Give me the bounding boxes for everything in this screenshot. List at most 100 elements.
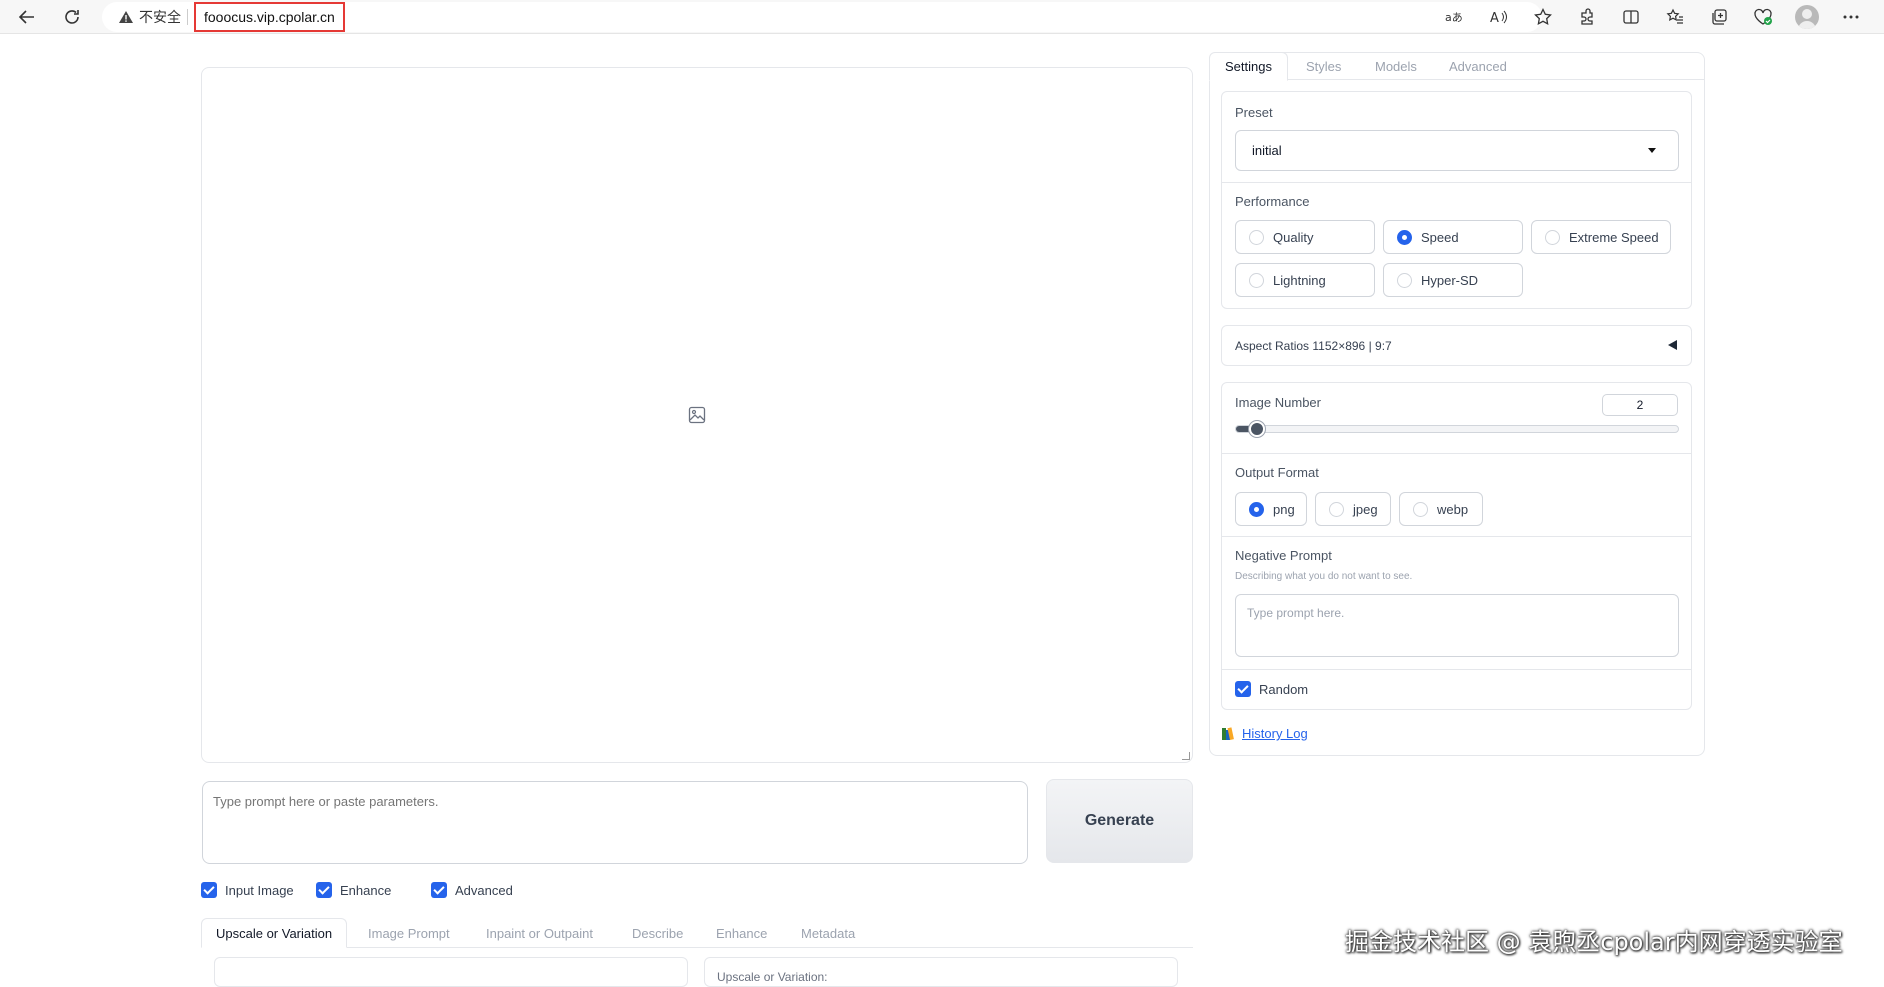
negative-prompt-info: Describing what you do not want to see. (1235, 571, 1413, 582)
back-arrow-icon (18, 10, 34, 24)
back-button[interactable] (14, 4, 40, 30)
upscale-options-label: Upscale or Variation: (717, 970, 828, 984)
extensions-icon[interactable] (1574, 4, 1600, 30)
read-aloud-icon[interactable]: A (1486, 4, 1512, 30)
output-format-option-label: webp (1437, 501, 1469, 517)
performance-option-label: Extreme Speed (1569, 229, 1659, 245)
image-placeholder-icon (688, 406, 706, 429)
divider (1222, 453, 1691, 454)
performance-option-label: Lightning (1273, 272, 1326, 288)
radio-unselected-icon (1249, 272, 1264, 288)
performance-option-quality[interactable]: Quality (1235, 220, 1375, 254)
tab-inpaint-or-outpaint[interactable]: Inpaint or Outpaint (486, 918, 593, 948)
performance-option-extreme-speed[interactable]: Extreme Speed (1531, 220, 1671, 254)
output-format-label: Output Format (1235, 465, 1319, 480)
image-number-input[interactable]: 2 (1602, 394, 1678, 416)
resize-handle[interactable] (1182, 752, 1190, 760)
warning-icon (119, 11, 133, 23)
tab-settings[interactable]: Settings (1209, 52, 1288, 81)
tab-styles[interactable]: Styles (1306, 52, 1341, 81)
generate-button[interactable]: Generate (1046, 779, 1193, 863)
svg-text:A: A (1490, 11, 1499, 25)
performance-option-lightning[interactable]: Lightning (1235, 263, 1375, 297)
address-divider (187, 9, 188, 25)
preset-value: initial (1252, 143, 1282, 158)
radio-selected-icon (1249, 501, 1264, 517)
history-log-link[interactable]: History Log (1242, 726, 1308, 741)
performance-option-label: Speed (1421, 229, 1459, 245)
random-label: Random (1259, 681, 1309, 697)
output-format-png[interactable]: png (1235, 492, 1307, 526)
output-format-webp[interactable]: webp (1399, 492, 1483, 526)
divider (1222, 182, 1691, 183)
enhance-checkbox[interactable]: Enhance (316, 882, 391, 898)
performance-option-label: Hyper-SD (1421, 272, 1479, 288)
radio-selected-icon (1397, 229, 1412, 245)
tab-describe[interactable]: Describe (632, 918, 683, 948)
preset-label: Preset (1235, 105, 1273, 120)
security-label: 不安全 (139, 10, 181, 26)
favorites-list-icon[interactable] (1662, 4, 1688, 30)
upscale-image-drop[interactable] (214, 957, 688, 987)
output-format-option-label: png (1273, 501, 1295, 517)
chevron-down-icon (1648, 148, 1656, 153)
performance-option-label: Quality (1273, 229, 1314, 245)
negative-prompt-label: Negative Prompt (1235, 548, 1332, 563)
aspect-ratios-ratio: 9:7 (1375, 339, 1392, 353)
divider (1222, 669, 1691, 670)
tab-advanced[interactable]: Advanced (1449, 52, 1507, 81)
url-text[interactable]: fooocus.vip.cpolar.cn (194, 2, 345, 32)
performance-label: Performance (1235, 194, 1310, 209)
negative-prompt-input[interactable]: Type prompt here. (1235, 594, 1679, 657)
slider-thumb[interactable] (1249, 421, 1266, 437)
radio-unselected-icon (1545, 229, 1560, 245)
refresh-button[interactable] (59, 4, 85, 30)
address-bar[interactable]: 不安全 fooocus.vip.cpolar.cn (102, 2, 1542, 32)
tab-image-prompt[interactable]: Image Prompt (368, 918, 450, 948)
svg-text:aあ: aあ (1445, 11, 1463, 24)
enhance-label: Enhance (340, 882, 392, 898)
settings-tabs: Settings Styles Models Advanced (1209, 52, 1705, 81)
collections-icon[interactable] (1706, 4, 1732, 30)
image-gallery (201, 67, 1193, 763)
performance-option-hyper-sd[interactable]: Hyper-SD (1383, 263, 1523, 297)
browser-essentials-icon[interactable] (1750, 4, 1776, 30)
input-tabs: Upscale or Variation Image Prompt Inpain… (201, 918, 1193, 948)
preset-performance-group: Preset initial Performance Quality Speed… (1221, 91, 1692, 309)
translate-icon[interactable]: aあ (1442, 4, 1468, 30)
input-image-checkbox[interactable]: Input Image (201, 882, 294, 898)
history-log[interactable]: History Log (1222, 726, 1308, 741)
tab-models[interactable]: Models (1375, 52, 1417, 81)
split-screen-icon[interactable] (1618, 4, 1644, 30)
random-seed-checkbox[interactable]: Random (1235, 681, 1308, 697)
browser-actions: aあ A (1442, 4, 1864, 30)
output-format-jpeg[interactable]: jpeg (1315, 492, 1391, 526)
image-number-slider[interactable] (1235, 421, 1679, 437)
radio-unselected-icon (1397, 272, 1412, 288)
profile-avatar[interactable] (1794, 4, 1820, 30)
aspect-ratios-accordion[interactable]: Aspect Ratios 1152×896 | 9:7 (1221, 325, 1692, 366)
prompt-input[interactable] (202, 781, 1028, 864)
divider (1222, 536, 1691, 537)
tab-enhance[interactable]: Enhance (716, 918, 767, 948)
radio-unselected-icon (1413, 501, 1428, 517)
security-indicator[interactable]: 不安全 (118, 7, 181, 27)
advanced-checkbox[interactable]: Advanced (431, 882, 513, 898)
checkbox-checked-icon (201, 882, 217, 898)
preset-dropdown[interactable]: initial (1235, 130, 1679, 171)
favorite-star-icon[interactable] (1530, 4, 1556, 30)
advanced-label: Advanced (455, 882, 513, 898)
aspect-ratios-header: Aspect Ratios 1152×896 | 9:7 (1235, 339, 1392, 353)
tab-metadata[interactable]: Metadata (801, 918, 855, 948)
upscale-options-panel: Upscale or Variation: (704, 957, 1178, 987)
tab-upscale-or-variation[interactable]: Upscale or Variation (201, 918, 348, 948)
collapse-triangle-icon (1668, 340, 1677, 350)
checkbox-checked-icon (1235, 681, 1251, 697)
avatar-icon (1795, 5, 1819, 29)
watermark-text: 掘金技术社区 @ 袁煦丞cpolar内网穿透实验室 (1345, 928, 1843, 956)
performance-option-speed[interactable]: Speed (1383, 220, 1523, 254)
output-format-option-label: jpeg (1353, 501, 1378, 517)
more-options-icon[interactable] (1838, 4, 1864, 30)
image-number-label: Image Number (1235, 395, 1321, 410)
generation-options-group: Image Number 2 Output Format png jpeg we… (1221, 382, 1692, 710)
